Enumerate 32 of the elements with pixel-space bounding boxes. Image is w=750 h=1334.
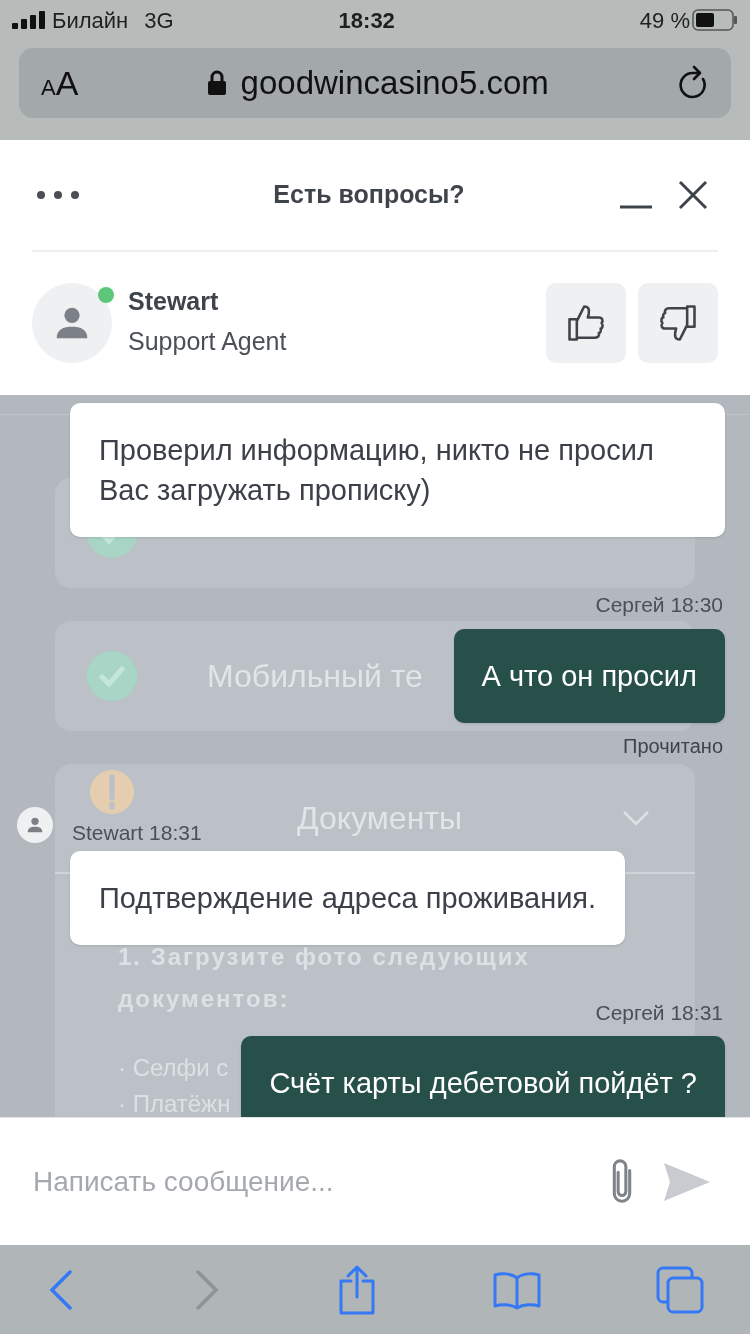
battery-icon xyxy=(692,9,738,31)
clock-text: 18:32 xyxy=(337,6,396,35)
close-icon[interactable] xyxy=(678,180,708,210)
incoming-message: Подтверждение адреса проживания. xyxy=(70,850,626,945)
share-icon[interactable] xyxy=(337,1264,377,1315)
agent-name: Stewart xyxy=(128,285,220,317)
message-meta: Сергей 18:31 xyxy=(595,999,723,1026)
exclamation-circle-icon xyxy=(90,770,134,814)
agent-role: Support Agent xyxy=(128,325,288,357)
outgoing-message: А что он просил xyxy=(453,628,725,723)
thumbs-down-button[interactable] xyxy=(638,282,718,363)
carrier-text: Билайн xyxy=(52,6,129,35)
chat-title: Есть вопросы? xyxy=(272,179,466,211)
message-meta: Сергей 18:30 xyxy=(595,592,723,618)
read-status: Прочитано xyxy=(623,733,723,759)
text-size-button[interactable]: AA xyxy=(41,57,79,109)
book-icon[interactable] xyxy=(492,1269,541,1310)
reload-icon[interactable] xyxy=(677,65,709,101)
thumbs-up-button[interactable] xyxy=(546,282,626,363)
more-icon[interactable] xyxy=(36,190,80,200)
tabs-icon[interactable] xyxy=(656,1265,704,1314)
address-bar[interactable]: AA goodwincasino5.com xyxy=(19,48,731,118)
url-text: goodwincasino5.com xyxy=(240,63,549,104)
battery-text: 49 % xyxy=(639,6,690,35)
message-meta: Stewart 18:31 xyxy=(72,820,202,846)
network-text: 3G xyxy=(144,6,174,35)
outgoing-message: Счёт карты дебетовой пойдёт ? xyxy=(241,1036,725,1117)
incoming-message: Проверил информацию, никто не просил Вас загружать прописку) xyxy=(70,403,725,537)
lock-icon xyxy=(206,70,227,96)
message-input[interactable]: Написать сообщение... xyxy=(33,1160,604,1203)
signal-icon xyxy=(12,11,46,29)
check-circle-icon xyxy=(87,651,137,701)
